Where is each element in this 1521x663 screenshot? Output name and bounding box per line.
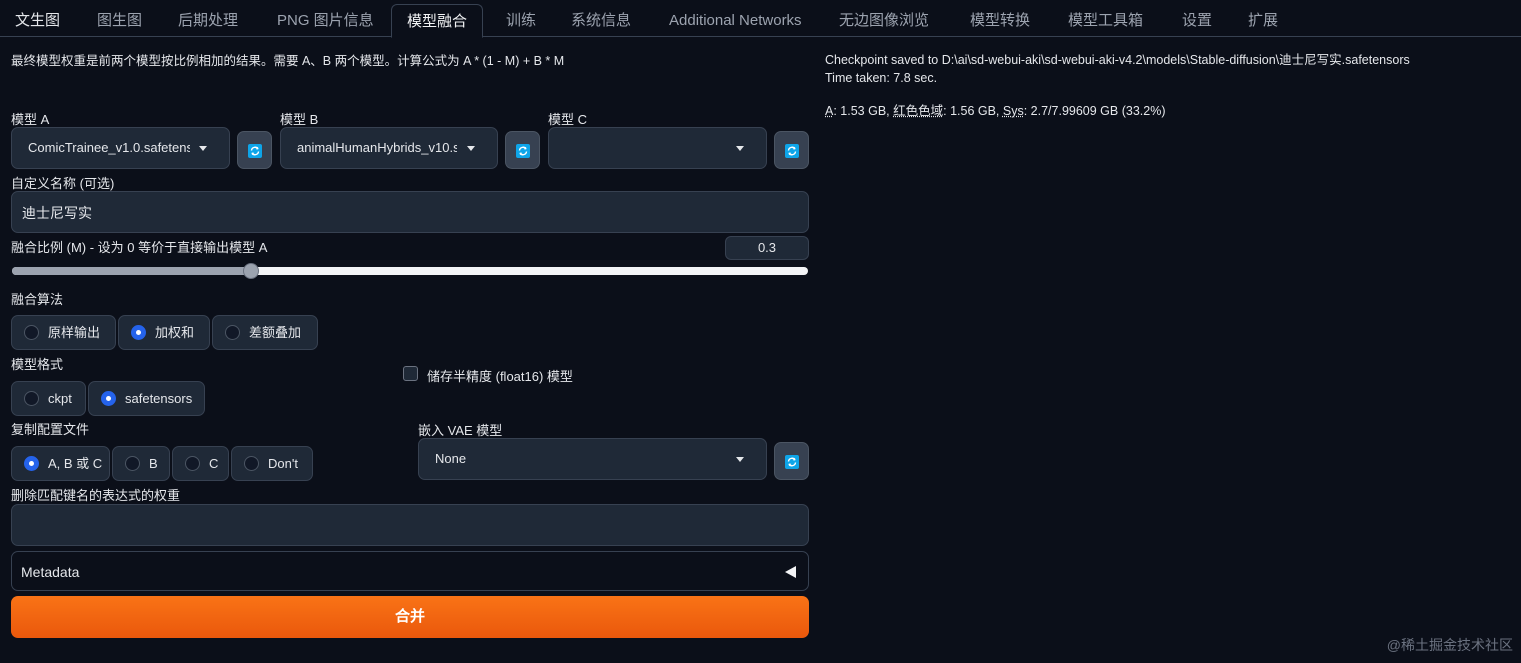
tab-additional-networks[interactable]: Additional Networks xyxy=(669,0,802,37)
radio-dot xyxy=(131,325,146,340)
result-saved-path: Checkpoint saved to D:\ai\sd-webui-aki\s… xyxy=(825,53,1410,67)
model-b-label: 模型 B xyxy=(280,112,319,127)
merger-description: 最终模型权重是前两个模型按比例相加的结果。需要 A、B 两个模型。计算公式为 A… xyxy=(11,54,565,68)
radio-dot xyxy=(244,456,259,471)
bake-vae-refresh-button[interactable] xyxy=(774,442,809,480)
tab-settings[interactable]: 设置 xyxy=(1182,0,1212,37)
custom-name-label: 自定义名称 (可选) xyxy=(11,176,115,191)
tab-system-info[interactable]: 系统信息 xyxy=(571,0,631,37)
radio-label: Don't xyxy=(268,456,298,471)
refresh-icon xyxy=(516,144,530,158)
bake-vae-dropdown[interactable]: None xyxy=(418,438,767,480)
config-radio-b[interactable]: B xyxy=(112,446,170,481)
result-memory-stats: A: 1.53 GB, 红色色域: 1.56 GB, Sys: 2.7/7.99… xyxy=(825,100,1166,119)
mem-sys-label: Sys xyxy=(1002,104,1024,118)
model-a-value: ComicTrainee_v1.0.safetensors xyxy=(28,140,190,155)
chevron-down-icon xyxy=(736,457,744,462)
interp-radio-weighted-sum[interactable]: 加权和 xyxy=(118,315,210,350)
mem-sys-value: : 2.7/7.99609 GB (33.2%) xyxy=(1023,104,1166,118)
multiplier-slider[interactable] xyxy=(12,263,808,279)
radio-dot xyxy=(125,456,140,471)
bake-vae-label: 嵌入 VAE 模型 xyxy=(418,423,503,438)
radio-label: 加权和 xyxy=(155,325,195,340)
model-c-label: 模型 C xyxy=(548,112,588,127)
radio-dot xyxy=(225,325,240,340)
multiplier-slider-fill xyxy=(12,267,251,275)
tab-img2img[interactable]: 图生图 xyxy=(97,0,142,37)
tab-checkpoint-merger[interactable]: 模型融合 xyxy=(391,4,484,38)
save-half-label: 储存半精度 (float16) 模型 xyxy=(427,369,573,384)
metadata-accordion[interactable]: Metadata xyxy=(11,551,809,591)
multiplier-number-input[interactable]: 0.3 xyxy=(725,236,809,260)
radio-dot xyxy=(24,325,39,340)
interp-radio-no-interpolation[interactable]: 原样输出 xyxy=(11,315,116,350)
radio-label: ckpt xyxy=(48,391,72,406)
config-radio-c[interactable]: C xyxy=(172,446,229,481)
radio-dot xyxy=(101,391,116,406)
tab-train[interactable]: 训练 xyxy=(506,0,536,37)
interp-method-label: 融合算法 xyxy=(11,292,64,307)
model-b-refresh-button[interactable] xyxy=(505,131,540,169)
save-half-checkbox[interactable] xyxy=(403,366,418,381)
tab-bar: 文生图 图生图 后期处理 PNG 图片信息 模型融合 训练 系统信息 Addit… xyxy=(0,0,1521,38)
tab-image-browser[interactable]: 无边图像浏览 xyxy=(839,0,929,37)
radio-label: safetensors xyxy=(125,391,193,406)
custom-name-input[interactable]: 迪士尼写实 xyxy=(11,191,809,233)
model-c-dropdown[interactable] xyxy=(548,127,767,169)
chevron-down-icon xyxy=(467,146,475,151)
tab-png-info[interactable]: PNG 图片信息 xyxy=(277,0,374,37)
refresh-icon xyxy=(785,455,799,469)
mem-peak-label: 红色色域 xyxy=(893,104,944,118)
config-radio-dont[interactable]: Don't xyxy=(231,446,313,481)
interp-radio-add-difference[interactable]: 差额叠加 xyxy=(212,315,318,350)
multiplier-slider-thumb[interactable] xyxy=(242,263,259,279)
model-c-refresh-button[interactable] xyxy=(774,131,809,169)
mem-a-value: : 1.53 GB, xyxy=(833,104,894,118)
tab-extras[interactable]: 后期处理 xyxy=(178,0,238,37)
multiplier-label: 融合比例 (M) - 设为 0 等价于直接输出模型 A xyxy=(11,240,268,255)
result-time-taken: Time taken: 7.8 sec. xyxy=(825,71,938,85)
bake-vae-value: None xyxy=(435,451,467,466)
radio-label: A, B 或 C xyxy=(48,456,103,471)
mem-peak-value: : 1.56 GB, xyxy=(943,104,1003,118)
format-radio-safetensors[interactable]: safetensors xyxy=(88,381,205,416)
refresh-icon xyxy=(785,144,799,158)
radio-label: B xyxy=(149,456,158,471)
caret-left-icon xyxy=(785,566,796,578)
tab-model-toolkit[interactable]: 模型工具箱 xyxy=(1068,0,1143,37)
format-radio-ckpt[interactable]: ckpt xyxy=(11,381,86,416)
tab-extensions[interactable]: 扩展 xyxy=(1248,0,1278,37)
refresh-icon xyxy=(248,144,262,158)
radio-dot xyxy=(24,391,39,406)
discard-weights-input[interactable] xyxy=(11,504,809,546)
merge-button[interactable]: 合并 xyxy=(11,596,809,638)
discard-weights-label: 删除匹配键名的表达式的权重 xyxy=(11,488,181,503)
model-a-label: 模型 A xyxy=(11,112,50,127)
config-radio-abc[interactable]: A, B 或 C xyxy=(11,446,110,481)
radio-label: 差额叠加 xyxy=(249,325,302,340)
metadata-accordion-title: Metadata xyxy=(21,564,80,580)
chevron-down-icon xyxy=(199,146,207,151)
model-a-refresh-button[interactable] xyxy=(237,131,272,169)
tab-model-converter[interactable]: 模型转换 xyxy=(970,0,1030,37)
tab-txt2img[interactable]: 文生图 xyxy=(15,0,60,37)
model-b-dropdown[interactable]: animalHumanHybrids_v10.safetensors xyxy=(280,127,498,169)
model-b-value: animalHumanHybrids_v10.safetensors xyxy=(297,140,457,155)
radio-dot xyxy=(185,456,200,471)
watermark: @稀土掘金技术社区 xyxy=(1386,637,1513,653)
radio-label: 原样输出 xyxy=(48,325,101,340)
config-source-label: 复制配置文件 xyxy=(11,422,90,437)
radio-dot xyxy=(24,456,39,471)
ckpt-format-label: 模型格式 xyxy=(11,357,64,372)
radio-label: C xyxy=(209,456,219,471)
model-a-dropdown[interactable]: ComicTrainee_v1.0.safetensors xyxy=(11,127,230,169)
chevron-down-icon xyxy=(736,146,744,151)
